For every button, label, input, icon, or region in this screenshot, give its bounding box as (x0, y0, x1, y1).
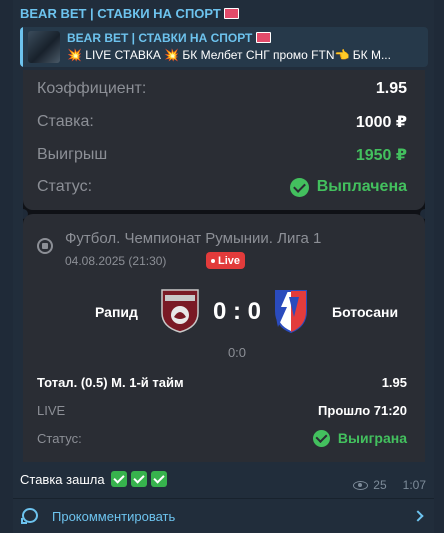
status-value-text: Выплачена (316, 178, 407, 195)
match-date: 04.08.2025 (21:30) (65, 254, 167, 268)
market-value: 1.95 (381, 374, 407, 390)
half-score: 0:0 (227, 345, 247, 360)
coef-label: Коэффициент: (37, 80, 147, 97)
stake-label: Ставка: (37, 113, 94, 130)
team-home-name: Рапид (95, 304, 138, 320)
channel-name[interactable]: BEAR BET | СТАВКИ НА СПОРТ (20, 6, 240, 21)
comment-icon (21, 508, 38, 524)
message-caption: Ставка зашла (20, 471, 167, 487)
view-count: 25 (373, 478, 387, 492)
match-score: 0 : 0 (212, 298, 262, 325)
win-value: 1950 ₽ (355, 147, 407, 164)
message-meta: 25 1:07 (353, 478, 426, 492)
check-mark-emoji-icon (130, 471, 147, 487)
win-label: Выигрыш (37, 146, 108, 163)
team-away-crest-icon (275, 290, 307, 333)
status-label: Статус: (37, 178, 93, 195)
flag-icon (224, 8, 240, 19)
coef-row: Коэффициент: 1.95 (37, 77, 407, 101)
match-card: Футбол. Чемпионат Румынии. Лига 1 04.08.… (23, 214, 425, 462)
bet-screenshot[interactable]: Коэффициент: 1.95 Ставка: 1000 ₽ Выигрыш… (23, 70, 425, 462)
market-row: Тотал. (0.5) М. 1-й тайм 1.95 (37, 372, 407, 392)
match-status-label: Статус: (37, 430, 82, 446)
comment-label: Прокомментировать (52, 509, 176, 524)
message-time: 1:07 (402, 478, 426, 492)
check-mark-emoji-icon (110, 471, 127, 487)
live-dot-icon (211, 258, 215, 263)
status-value: Выплачена (289, 177, 407, 197)
team-away-name: Ботосани (332, 304, 399, 320)
team-home-crest-icon (161, 289, 199, 333)
channel-name-text: BEAR BET | СТАВКИ НА СПОРТ (20, 6, 221, 21)
reply-accent-bar (20, 27, 23, 67)
live-badge-text: Live (218, 254, 241, 267)
live-state-label: LIVE (37, 402, 66, 418)
reply-title-text: BEAR BET | СТАВКИ НА СПОРТ (67, 31, 253, 45)
match-status-row: Статус: Выиграна (37, 428, 407, 448)
league-name: Футбол. Чемпионат Румынии. Лига 1 (65, 230, 322, 247)
bet-summary-card: Коэффициент: 1.95 Ставка: 1000 ₽ Выигрыш… (23, 70, 425, 210)
message-bubble: BEAR BET | СТАВКИ НА СПОРТ BEAR BET | СТ… (13, 0, 434, 533)
stake-row: Ставка: 1000 ₽ (37, 110, 407, 134)
reply-text: 💥 LIVE СТАВКА 💥 БК Мелбет СНГ промо FTN👈… (67, 48, 391, 62)
match-status-value: Выиграна (312, 429, 407, 447)
status-row: Статус: Выплачена (37, 175, 407, 199)
eye-icon (353, 480, 369, 490)
check-icon (289, 177, 309, 197)
stake-value: 1000 ₽ (355, 114, 407, 131)
market-label: Тотал. (0.5) М. 1-й тайм (37, 374, 184, 390)
live-state-row: LIVE Прошло 71:20 (37, 400, 407, 420)
live-state-value: Прошло 71:20 (318, 402, 407, 418)
check-mark-emoji-icon (150, 471, 167, 487)
match-status-text: Выиграна (337, 430, 407, 446)
reply-title: BEAR BET | СТАВКИ НА СПОРТ (67, 31, 271, 45)
caption-text: Ставка зашла (20, 471, 105, 487)
reply-thumbnail (28, 31, 60, 63)
win-row: Выигрыш 1950 ₽ (37, 143, 407, 167)
football-icon (37, 238, 53, 254)
check-icon (312, 429, 330, 447)
live-badge: Live (206, 252, 246, 269)
flag-icon (255, 32, 271, 43)
coef-value: 1.95 (375, 80, 407, 97)
chevron-right-icon (412, 510, 424, 522)
comment-button[interactable]: Прокомментировать (13, 499, 434, 533)
reply-preview[interactable]: BEAR BET | СТАВКИ НА СПОРТ 💥 LIVE СТАВКА… (20, 27, 428, 67)
